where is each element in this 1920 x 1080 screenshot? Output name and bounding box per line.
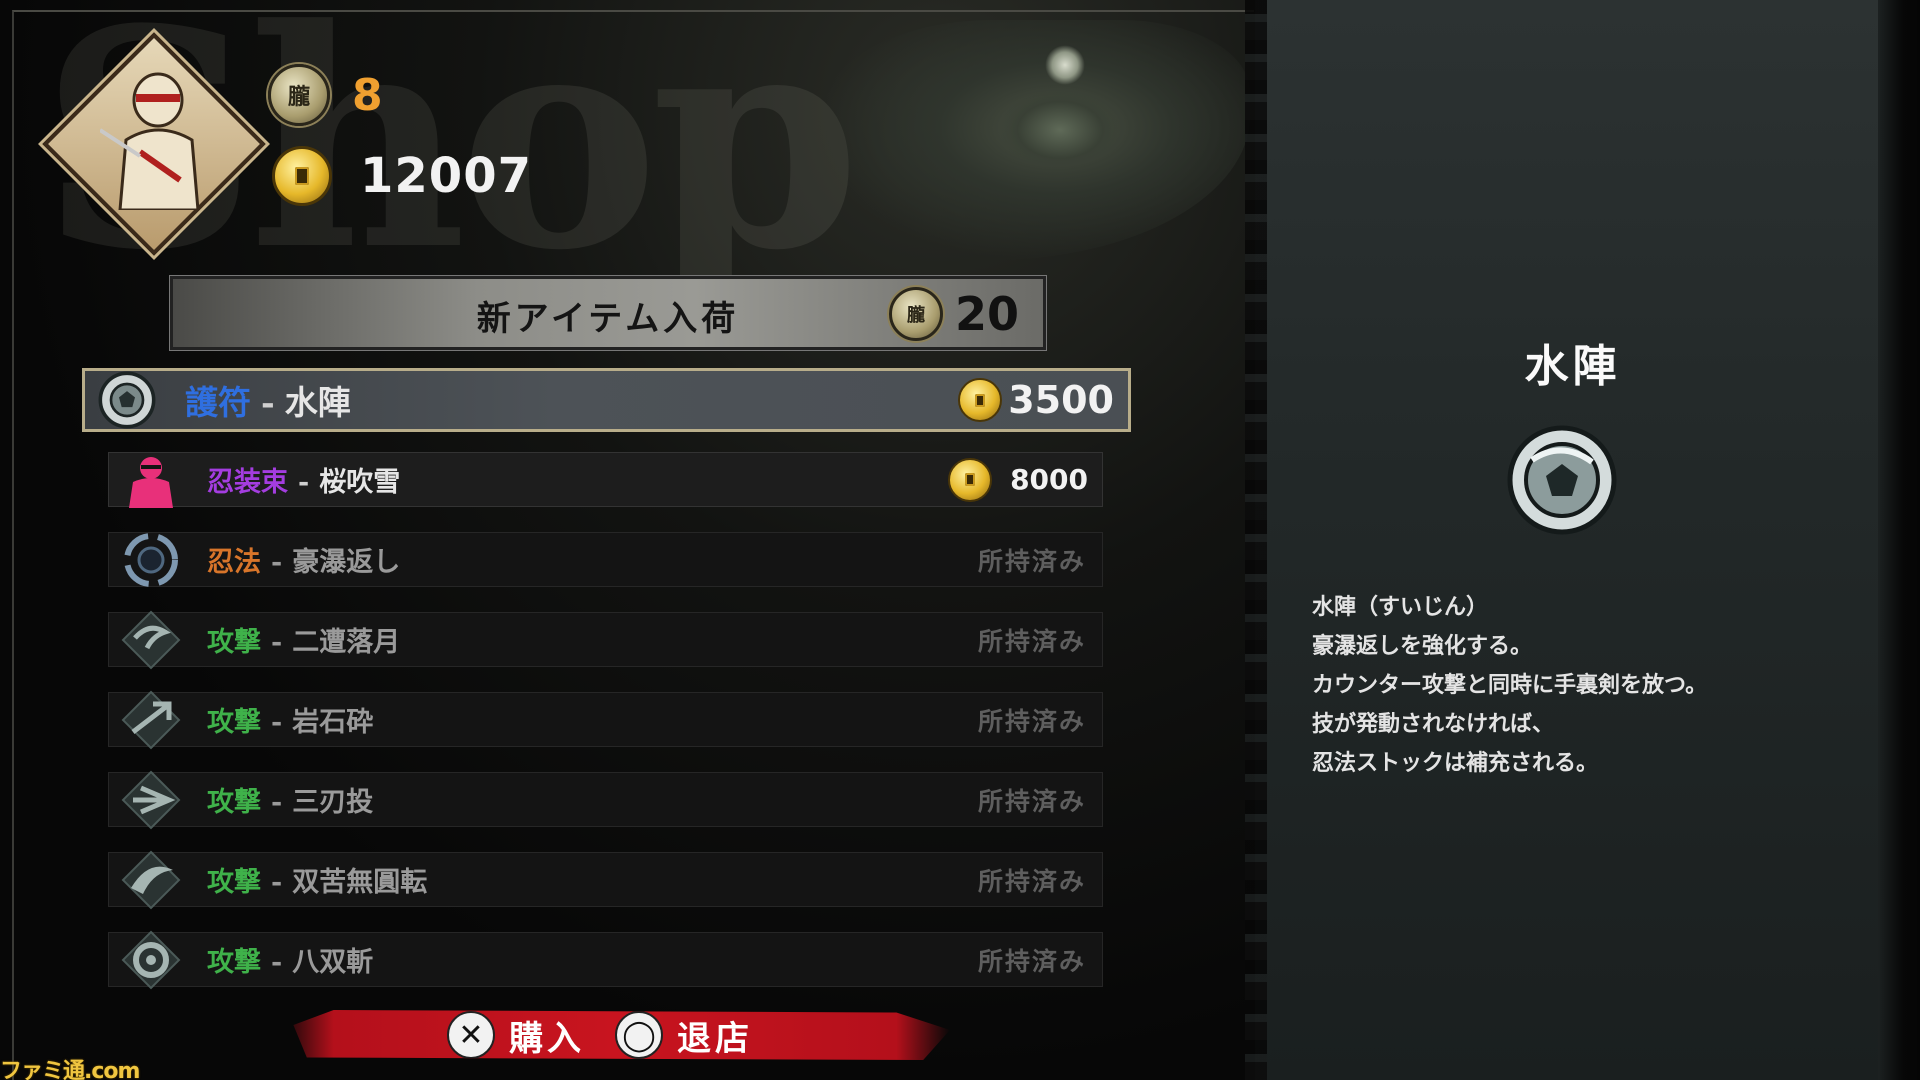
shop-item-row[interactable]: 攻撃 - 三刃投 所持済み: [108, 770, 1103, 829]
moon-currency: 朧 8: [268, 64, 383, 126]
shop-item-row[interactable]: 忍装束 - 桜吹雪 8000: [108, 452, 1103, 508]
item-name: 八双斬: [292, 947, 374, 978]
moon-currency-value: 8: [352, 69, 383, 121]
panel-edge: [1878, 0, 1920, 1080]
item-name: 岩石砕: [292, 707, 374, 738]
controls-bar: ✕ 購入 ◯ 退店: [293, 1010, 950, 1060]
detail-description: 水陣（すいじん） 豪瀑返しを強化する。 カウンター攻撃と同時に手裏剣を放つ。 技…: [1312, 588, 1852, 783]
description-line: 技が発動されなければ、: [1312, 711, 1555, 737]
attack-icon: [119, 848, 183, 912]
attack-icon: [119, 688, 183, 752]
talisman-icon: [1507, 425, 1617, 535]
gold-coin-icon: [272, 146, 332, 206]
buy-label[interactable]: 購入: [509, 1011, 585, 1060]
new-items-cost: 朧 20: [888, 287, 1019, 341]
item-name: 双苦無圓転: [292, 867, 428, 898]
description-line: 水陣（すいじん）: [1312, 594, 1489, 620]
cross-button-icon[interactable]: ✕: [447, 1011, 495, 1059]
attack-icon: [119, 768, 183, 832]
item-category: 忍装束: [207, 467, 288, 498]
item-price: 8000: [948, 457, 1088, 502]
boss-snout: [1000, 90, 1120, 170]
gold-currency: 12007: [272, 146, 532, 206]
shop-item-row[interactable]: 攻撃 - 双苦無圓転 所持済み: [108, 850, 1103, 909]
panel-divider: [1245, 0, 1267, 1080]
description-line: 豪瀑返しを強化する。: [1312, 633, 1533, 659]
owned-status: 所持済み: [977, 546, 1086, 576]
moon-coin-icon: 朧: [888, 287, 943, 341]
item-name: 水陣: [284, 383, 351, 422]
gold-coin-icon: [958, 378, 1003, 422]
gold-coin-icon: [948, 457, 993, 502]
brand-watermark: ファミ通.com: [0, 1059, 140, 1080]
item-category: 攻撃: [207, 627, 261, 658]
owned-status: 所持済み: [977, 786, 1086, 816]
shop-panel: Shop 朧 8 12007 新アイテム入荷 朧 20 護符 - 水陣 3500…: [0, 0, 1255, 1080]
talisman-icon: [95, 368, 159, 432]
item-category: 忍法: [207, 547, 261, 578]
description-line: 忍法ストックは補充される。: [1312, 750, 1599, 776]
moon-coin-icon: 朧: [268, 64, 330, 126]
ninpo-icon: [119, 528, 183, 592]
description-line: カウンター攻撃と同時に手裏剣を放つ。: [1312, 672, 1708, 698]
owned-status: 所持済み: [977, 946, 1086, 976]
item-category: 攻撃: [207, 867, 261, 898]
gold-currency-value: 12007: [360, 148, 532, 204]
item-category: 攻撃: [207, 787, 261, 818]
shop-item-row[interactable]: 護符 - 水陣 3500: [82, 368, 1131, 432]
shop-item-row[interactable]: 攻撃 - 八双斬 所持済み: [108, 930, 1103, 989]
circle-button-icon[interactable]: ◯: [615, 1011, 663, 1059]
detail-title: 水陣: [1524, 341, 1621, 392]
item-category: 攻撃: [207, 707, 261, 738]
new-items-cost-value: 20: [954, 287, 1019, 341]
attack-icon: [119, 608, 183, 672]
item-category: 攻撃: [207, 947, 261, 978]
item-category: 護符: [185, 383, 251, 422]
owned-status: 所持済み: [977, 866, 1086, 896]
new-items-button[interactable]: 新アイテム入荷 朧 20: [170, 276, 1046, 350]
owned-status: 所持済み: [977, 706, 1086, 736]
detail-panel: [1255, 0, 1890, 1080]
item-name: 桜吹雪: [319, 467, 401, 498]
boss-eye: [1045, 45, 1085, 85]
item-name: 二遭落月: [292, 627, 401, 658]
item-price: 3500: [958, 378, 1114, 422]
ninja-portrait-icon: [100, 72, 200, 210]
shop-item-row[interactable]: 忍法 - 豪瀑返し 所持済み: [108, 532, 1103, 587]
shop-item-row[interactable]: 攻撃 - 岩石砕 所持済み: [108, 690, 1103, 749]
attack-icon: [119, 928, 183, 992]
shop-item-row[interactable]: 攻撃 - 二遭落月 所持済み: [108, 610, 1103, 669]
item-name: 豪瀑返し: [292, 547, 401, 578]
item-name: 三刃投: [292, 787, 374, 818]
exit-label[interactable]: 退店: [677, 1011, 753, 1060]
ninja-outfit-icon: [119, 448, 183, 512]
owned-status: 所持済み: [977, 626, 1086, 656]
